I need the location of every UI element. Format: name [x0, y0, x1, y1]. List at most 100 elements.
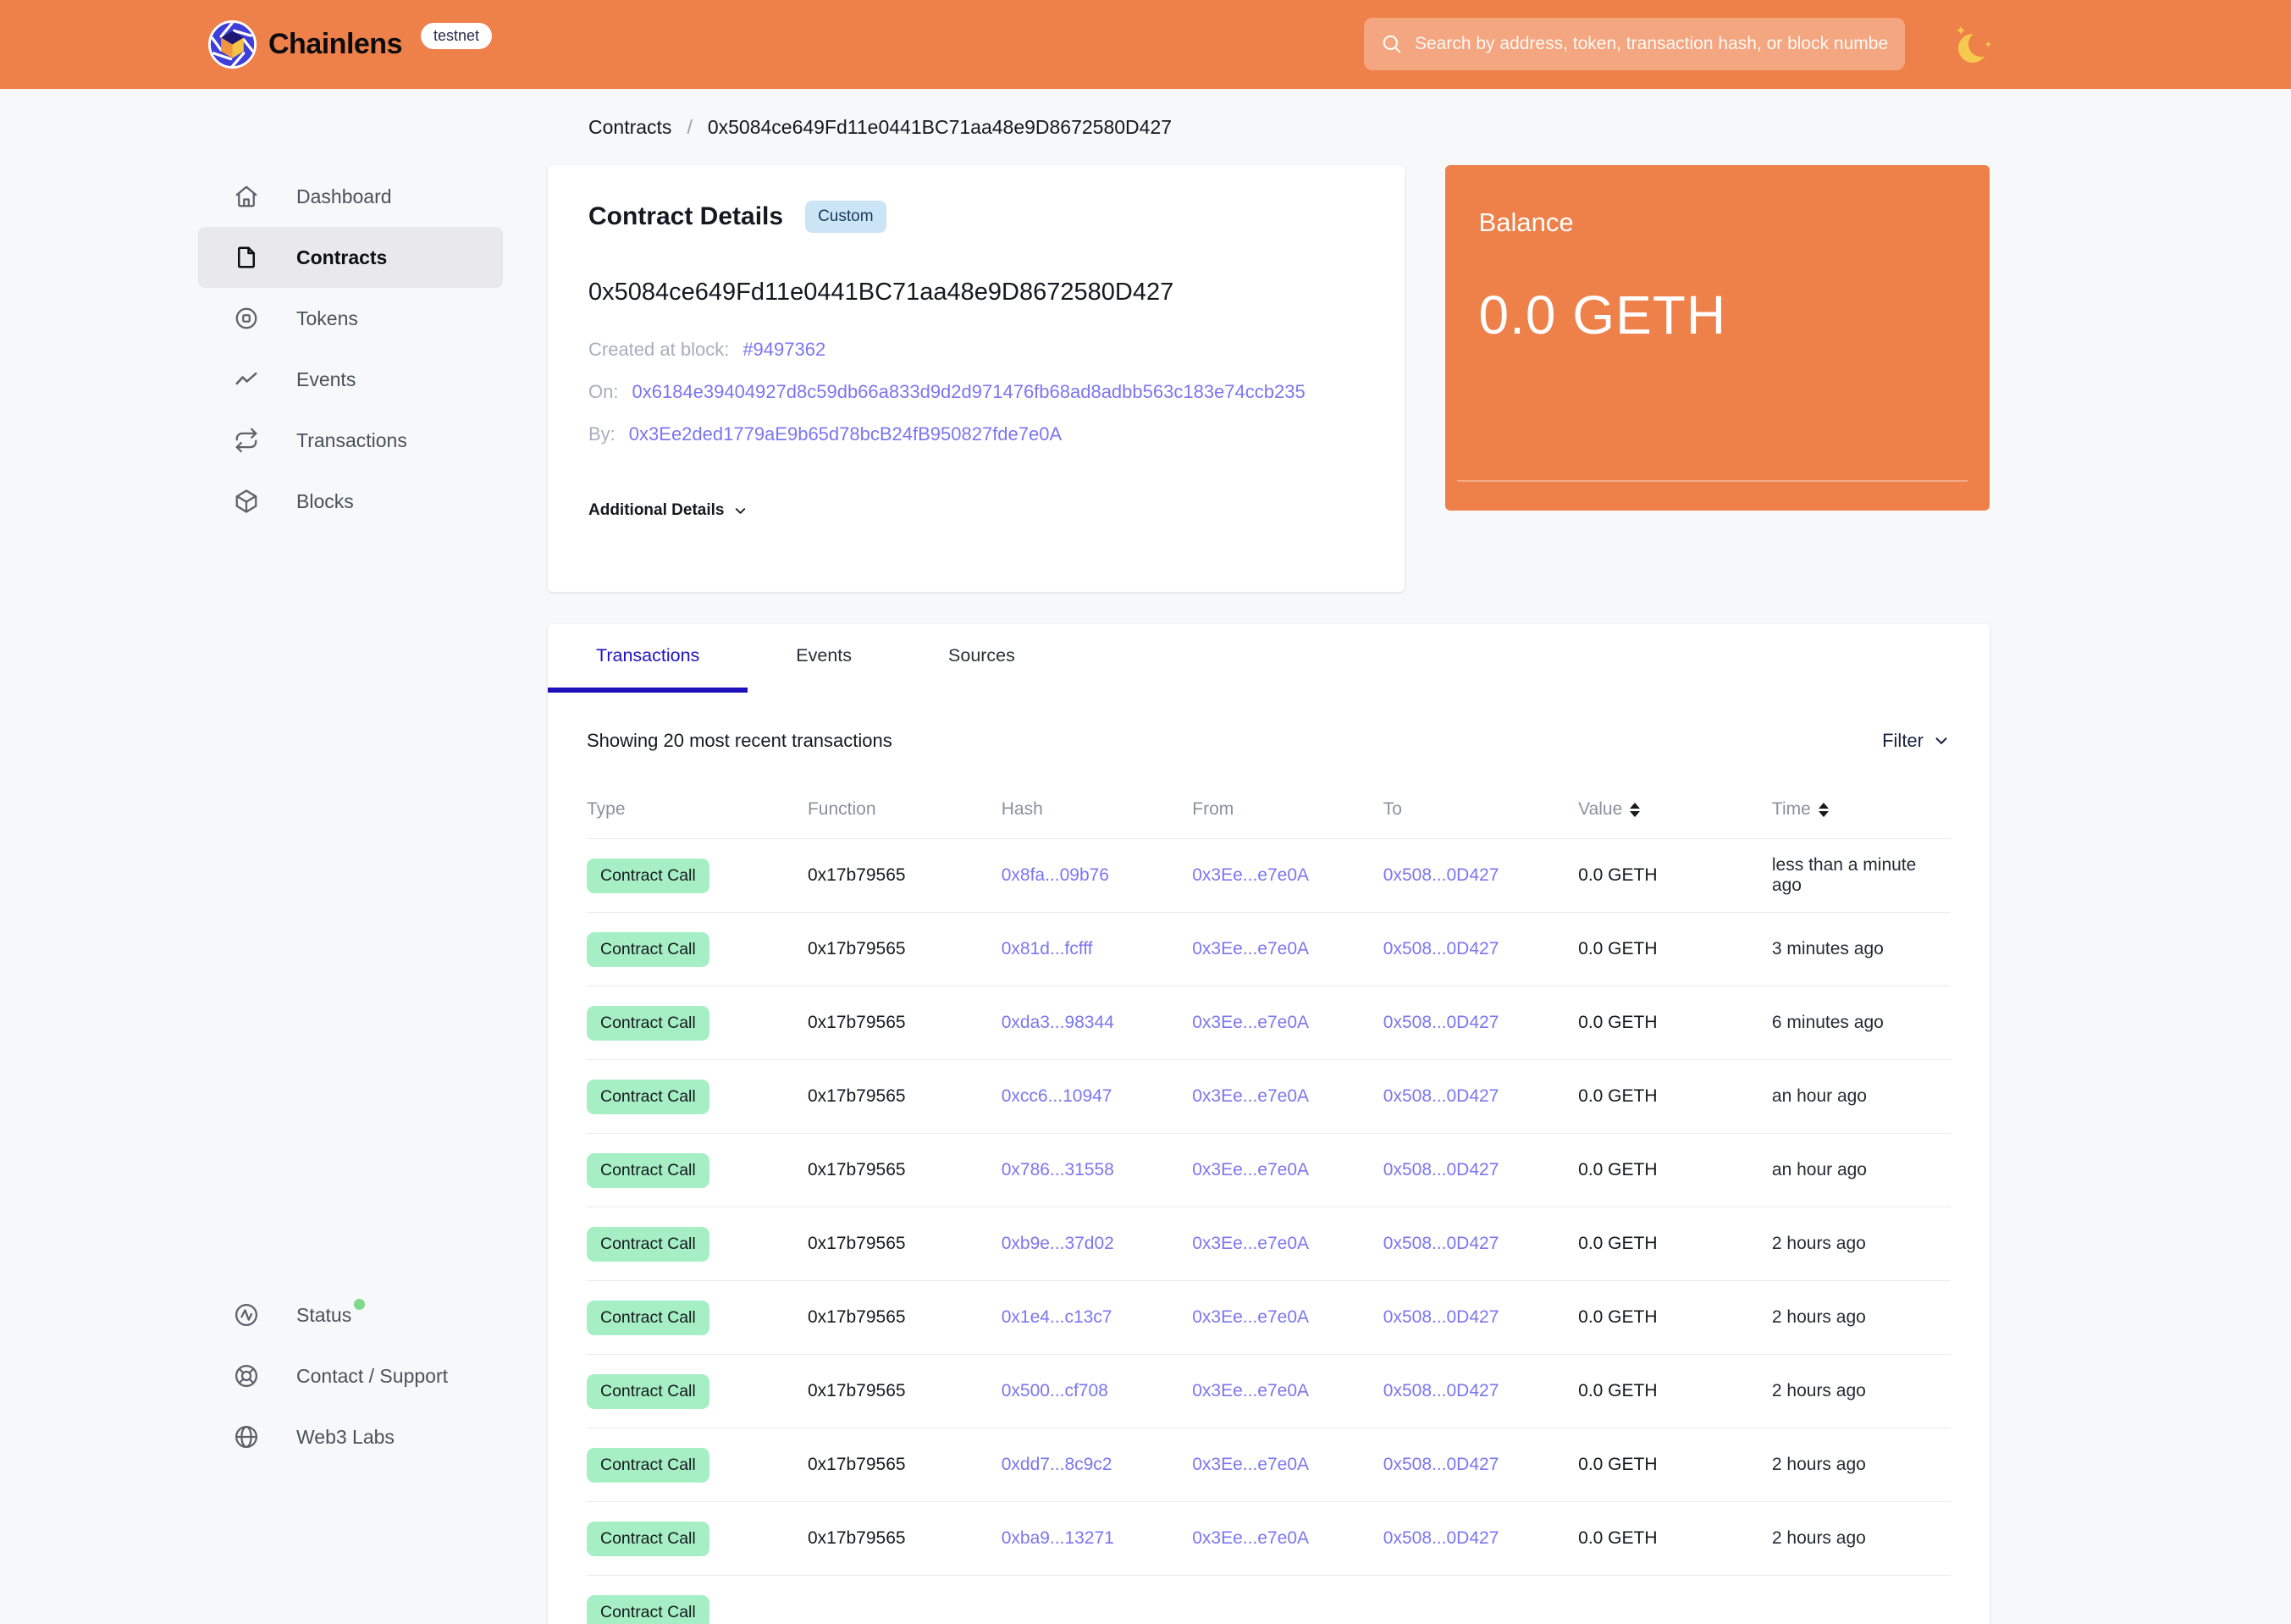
status-pulse-icon — [234, 1302, 259, 1328]
tx-to-link[interactable]: 0x508...0D427 — [1383, 1013, 1499, 1032]
search-input[interactable] — [1415, 34, 1888, 54]
tx-to-link[interactable]: 0x508...0D427 — [1383, 1381, 1499, 1400]
tx-from-link[interactable]: 0x3Ee...e7e0A — [1192, 1234, 1309, 1253]
repeat-icon — [234, 428, 259, 453]
tx-to-link[interactable]: 0x508...0D427 — [1383, 865, 1499, 885]
tx-from-link[interactable]: 0x3Ee...e7e0A — [1192, 1086, 1309, 1106]
creator-address-link[interactable]: 0x3Ee2ded1779aE9b65d78bcB24fB950827fde7e… — [629, 423, 1062, 445]
transaction-row[interactable]: Contract Call 0x17b79565 0xdd7...8c9c2 0… — [587, 1428, 1951, 1502]
sidebar-item-transactions[interactable]: Transactions — [198, 410, 503, 471]
contract-details-title: Contract Details — [588, 202, 784, 230]
tx-to-link[interactable]: 0x508...0D427 — [1383, 1528, 1499, 1548]
tx-hash-link[interactable]: 0x8fa...09b76 — [1002, 865, 1109, 885]
sidebar-item-label: Events — [296, 367, 356, 390]
sidebar-item-label: Contact / Support — [296, 1364, 448, 1387]
transaction-row[interactable]: Contract Call 0x17b79565 0x500...cf708 0… — [587, 1355, 1951, 1428]
on-label: On: — [588, 381, 619, 402]
home-icon — [234, 184, 259, 209]
dark-mode-toggle[interactable] — [1952, 22, 1996, 69]
tx-value: 0.0 GETH — [1578, 939, 1658, 958]
tx-value: 0.0 GETH — [1578, 1307, 1658, 1327]
sidebar-item-events[interactable]: Events — [198, 349, 503, 410]
transaction-row[interactable]: Contract Call 0x17b79565 0xda3...98344 0… — [587, 986, 1951, 1060]
tx-value: 0.0 GETH — [1578, 1013, 1658, 1032]
tx-from-link[interactable]: 0x3Ee...e7e0A — [1192, 1307, 1309, 1327]
sidebar-item-dashboard[interactable]: Dashboard — [198, 166, 503, 227]
sidebar-item-blocks[interactable]: Blocks — [198, 471, 503, 532]
tx-to-link[interactable]: 0x508...0D427 — [1383, 1160, 1499, 1179]
transaction-row[interactable]: Contract Call 0x17b79565 0xcc6...10947 0… — [587, 1060, 1951, 1134]
tx-from-link[interactable]: 0x3Ee...e7e0A — [1192, 865, 1309, 885]
tx-from-link[interactable]: 0x3Ee...e7e0A — [1192, 1013, 1309, 1032]
tx-hash-link[interactable]: 0x1e4...c13c7 — [1002, 1307, 1112, 1327]
transactions-table-body: Contract Call 0x17b79565 0x8fa...09b76 0… — [587, 839, 1951, 1576]
sidebar-item-status[interactable]: Status — [198, 1284, 503, 1345]
tx-hash-link[interactable]: 0x81d...fcfff — [1002, 939, 1093, 958]
tx-time: 2 hours ago — [1771, 1455, 1866, 1474]
breadcrumb-contracts-link[interactable]: Contracts — [588, 116, 671, 139]
tx-type-badge: Contract Call — [587, 1521, 709, 1556]
transaction-row-partial[interactable]: Contract Call — [587, 1576, 1951, 1624]
tx-hash-link[interactable]: 0xcc6...10947 — [1002, 1086, 1112, 1106]
filter-button[interactable]: Filter — [1882, 730, 1951, 752]
tx-value: 0.0 GETH — [1578, 1381, 1658, 1400]
tx-from-link[interactable]: 0x3Ee...e7e0A — [1192, 1381, 1309, 1400]
tx-from-link[interactable]: 0x3Ee...e7e0A — [1192, 1160, 1309, 1179]
transaction-row[interactable]: Contract Call 0x17b79565 0xba9...13271 0… — [587, 1502, 1951, 1576]
sort-time-button[interactable] — [1818, 802, 1829, 817]
tx-type-badge: Contract Call — [587, 1447, 709, 1483]
tx-type-badge: Contract Call — [587, 931, 709, 967]
transaction-row[interactable]: Contract Call 0x17b79565 0x8fa...09b76 0… — [587, 839, 1951, 913]
tx-type-badge: Contract Call — [587, 1226, 709, 1262]
column-header-value: Value — [1578, 799, 1772, 820]
tx-hash-link[interactable]: 0xb9e...37d02 — [1002, 1234, 1114, 1253]
brand[interactable]: Chainlens testnet — [208, 20, 493, 69]
tx-value: 0.0 GETH — [1578, 1234, 1658, 1253]
sidebar-item-contact-support[interactable]: Contact / Support — [198, 1345, 503, 1406]
transaction-row[interactable]: Contract Call 0x17b79565 0x81d...fcfff 0… — [587, 913, 1951, 986]
column-header-function: Function — [807, 799, 876, 819]
tx-function: 0x17b79565 — [807, 939, 906, 958]
tab-sources[interactable]: Sources — [900, 624, 1063, 693]
tx-value: 0.0 GETH — [1578, 1455, 1658, 1474]
global-search[interactable] — [1364, 18, 1905, 70]
sort-value-button[interactable] — [1630, 802, 1641, 817]
brand-name: Chainlens — [268, 28, 402, 60]
tx-to-link[interactable]: 0x508...0D427 — [1383, 1307, 1499, 1327]
tx-to-link[interactable]: 0x508...0D427 — [1383, 1086, 1499, 1106]
column-header-type: Type — [587, 799, 626, 819]
tx-hash-link[interactable]: 0xda3...98344 — [1002, 1013, 1114, 1032]
contract-type-badge: Custom — [805, 201, 886, 233]
tx-to-link[interactable]: 0x508...0D427 — [1383, 1234, 1499, 1253]
tx-from-link[interactable]: 0x3Ee...e7e0A — [1192, 939, 1309, 958]
breadcrumb: Contracts / 0x5084ce649Fd11e0441BC71aa48… — [548, 116, 1990, 139]
tx-type-badge: Contract Call — [587, 1152, 709, 1188]
column-header-from: From — [1192, 799, 1234, 819]
tx-function: 0x17b79565 — [807, 865, 906, 885]
tx-from-link[interactable]: 0x3Ee...e7e0A — [1192, 1528, 1309, 1548]
transaction-row[interactable]: Contract Call 0x17b79565 0x786...31558 0… — [587, 1134, 1951, 1207]
balance-divider — [1456, 480, 1968, 482]
balance-title: Balance — [1478, 207, 1574, 237]
creation-tx-hash-link[interactable]: 0x6184e39404927d8c59db66a833d9d2d971476f… — [632, 381, 1305, 403]
tx-to-link[interactable]: 0x508...0D427 — [1383, 1455, 1499, 1474]
tx-to-link[interactable]: 0x508...0D427 — [1383, 939, 1499, 958]
tab-events[interactable]: Events — [748, 624, 900, 693]
transaction-row[interactable]: Contract Call 0x17b79565 0x1e4...c13c7 0… — [587, 1281, 1951, 1355]
tx-from-link[interactable]: 0x3Ee...e7e0A — [1192, 1455, 1309, 1474]
transaction-row[interactable]: Contract Call 0x17b79565 0xb9e...37d02 0… — [587, 1207, 1951, 1281]
tx-hash-link[interactable]: 0x500...cf708 — [1002, 1381, 1108, 1400]
tx-hash-link[interactable]: 0x786...31558 — [1002, 1160, 1114, 1179]
sidebar-item-web3-labs[interactable]: Web3 Labs — [198, 1406, 503, 1467]
additional-details-toggle[interactable]: Additional Details — [588, 501, 1364, 520]
activity-line-icon — [234, 367, 259, 392]
sidebar-item-tokens[interactable]: Tokens — [198, 288, 503, 349]
tx-time: 2 hours ago — [1771, 1381, 1866, 1400]
chevron-down-icon — [1935, 737, 1947, 744]
sidebar-item-contracts[interactable]: Contracts — [198, 227, 503, 288]
created-at-block-label: Created at block: — [588, 339, 730, 360]
tab-transactions[interactable]: Transactions — [548, 624, 748, 693]
tx-hash-link[interactable]: 0xba9...13271 — [1002, 1528, 1114, 1548]
created-block-link[interactable]: #9497362 — [743, 339, 825, 361]
tx-hash-link[interactable]: 0xdd7...8c9c2 — [1002, 1455, 1112, 1474]
